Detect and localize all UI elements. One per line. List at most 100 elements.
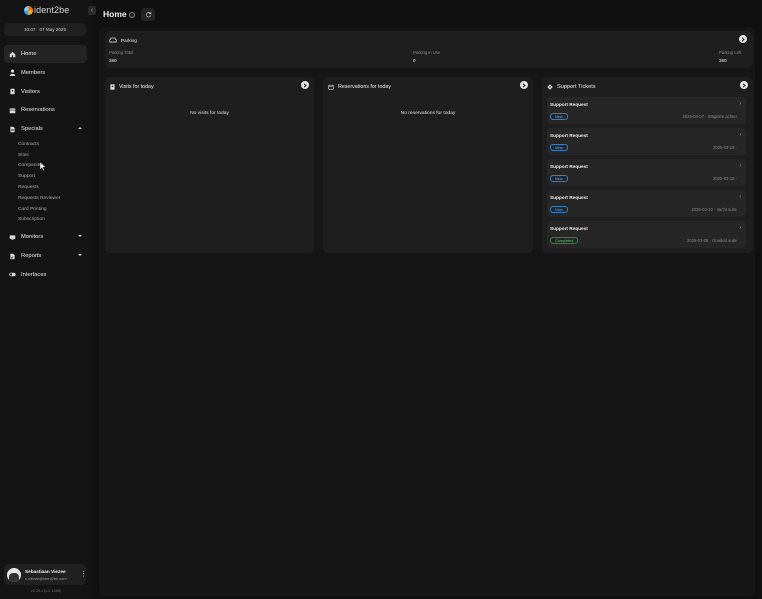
sidebar: ident2be ‹ 10:07 07 May 2025 Home Member… [0,0,96,599]
parking-stat-value: 380 [719,58,727,63]
sidebar-item-members[interactable]: Members [4,64,87,82]
ticket-title: Support Request [550,226,588,231]
ticket-title: Support Request [550,133,588,138]
sidebar-item-reservations[interactable]: Reservations [4,101,87,119]
parking-card-title: Parking [109,37,137,43]
refresh-button[interactable] [141,8,155,21]
ticket-item[interactable]: Support Request › Completed 2025-03-06 ·… [547,221,746,248]
parking-stat-label: Parking Total [109,50,134,55]
parking-open-button[interactable] [739,35,747,43]
collapse-sidebar-button[interactable]: ‹ [88,6,96,15]
toggle-icon [9,271,16,278]
submenu-item-sites[interactable]: Sites [4,150,87,161]
ticket-status-badge: New [550,113,568,120]
sidebar-item-label: Monitors [21,234,44,241]
parking-stat-total: Parking Total 380 [109,50,133,63]
submenu-item-requests-reviewer[interactable]: Requests Reviewer [4,193,87,204]
badge-icon [110,84,115,90]
visits-card-title: Visits for today [110,84,154,90]
parking-stat-value: 0 [413,58,416,63]
app-root: ident2be ‹ 10:07 07 May 2025 Home Member… [0,0,762,599]
submenu-item-requests[interactable]: Requests [4,182,87,193]
current-date: 07 May 2025 [39,27,67,32]
current-time: 10:07 [23,27,36,32]
reservations-card: Reservations for today No reservations f… [323,77,533,253]
parking-stat-left: Parking Left 380 [719,50,741,63]
user-info: Sebastiaan Viezee s.viezee@ident2be.com [25,569,80,581]
parking-stat-value: 380 [109,58,117,63]
user-name: Sebastiaan Viezee [25,568,66,574]
support-tickets-card: Support Tickets Support Request › New 20… [542,77,753,253]
ticket-meta: 2025-03-06 · Gouded suite [686,238,737,243]
chevron-up-icon [78,127,82,129]
document-icon [9,126,16,133]
ticket-item[interactable]: Support Request › New 2025-03-10 · Vacht… [547,190,746,217]
refresh-icon [145,12,151,18]
visits-open-button[interactable] [301,81,309,89]
chevron-down-icon [78,254,82,257]
submenu-item-subscription[interactable]: Subscription [4,215,87,226]
page-title: Home [103,9,127,19]
sidebar-item-label: Home [21,51,37,57]
support-tickets-card-title: Support Tickets [547,84,596,90]
visits-card: Visits for today No visits for today [105,77,314,253]
ticket-status-badge: Completed [550,237,579,244]
ticket-title: Support Request [550,164,588,169]
badge-icon [9,88,16,95]
sidebar-item-reports[interactable]: Reports [4,247,87,265]
avatar [7,567,21,582]
support-tickets-open-button[interactable] [740,81,748,89]
ticket-meta: 2025-04-07 · Stagiaire achter [682,114,737,119]
sidebar-item-label: Specials [21,126,43,132]
chevron-right-icon: › [739,163,741,169]
ticket-item[interactable]: Support Request › New 2025-03-18 · [547,128,746,155]
report-icon [9,253,16,260]
visits-empty-message: No visits for today [190,111,229,116]
calendar-icon [9,107,16,114]
parking-stat-in-use: Parking in Use 0 [413,50,440,63]
ticket-meta: 2025-03-10 · Vacht suite [691,207,737,212]
submenu-item-support[interactable]: Support [4,171,87,182]
chevron-right-icon: › [739,101,741,107]
parking-stat-label: Parking Left [719,50,742,55]
submenu-item-card-printing[interactable]: Card Printing [4,204,87,215]
app-logo[interactable]: ident2be [24,4,69,16]
parking-title-text: Parking [121,37,137,43]
reservations-title-text: Reservations for today [338,84,391,90]
datetime-display: 10:07 07 May 2025 [4,23,86,36]
sidebar-item-label: Reports [21,253,42,260]
ticket-title: Support Request [550,195,588,200]
logo-mark-icon [24,5,33,15]
ticket-item[interactable]: Support Request › New 2025-04-07 · Stagi… [547,97,746,124]
ticket-status-badge: New [550,175,568,182]
chevron-down-icon [78,235,82,238]
chevron-right-icon: › [739,194,741,200]
visits-title-text: Visits for today [119,84,154,90]
specials-submenu: Contracts Sites Companies Support Reques… [4,139,87,225]
chevron-right-icon: › [739,132,741,138]
sidebar-item-specials[interactable]: Specials [4,120,87,138]
sidebar-item-label: Members [21,69,46,76]
ticket-status-badge: New [550,144,568,151]
info-icon[interactable]: i [129,12,135,18]
sidebar-item-interfaces[interactable]: Interfaces [4,266,87,284]
sidebar-item-label: Visitors [21,88,40,95]
user-email: s.viezee@ident2be.com [25,575,67,581]
ticket-item[interactable]: Support Request › New 2025-03-18 · [547,159,746,186]
user-icon [9,69,16,77]
sidebar-item-monitors[interactable]: Monitors [4,228,87,246]
reservations-card-title: Reservations for today [328,84,391,90]
home-icon [9,51,16,58]
sidebar-item-visitors[interactable]: Visitors [4,83,87,101]
sidebar-item-label: Reservations [21,107,55,114]
user-card[interactable]: Sebastiaan Viezee s.viezee@ident2be.com … [4,564,87,585]
version-label: v2.29.x (c.0.1059) [30,589,62,593]
mouse-cursor-icon [40,162,46,171]
support-tickets-title-text: Support Tickets [557,84,596,90]
reservations-open-button[interactable] [520,81,528,89]
ticket-meta: 2025-03-18 · [713,176,737,181]
sidebar-item-home[interactable]: Home [4,45,87,63]
chevron-right-icon: › [739,225,741,231]
submenu-item-contracts[interactable]: Contracts [4,139,87,150]
more-vertical-icon[interactable]: ⋮ [80,571,87,578]
